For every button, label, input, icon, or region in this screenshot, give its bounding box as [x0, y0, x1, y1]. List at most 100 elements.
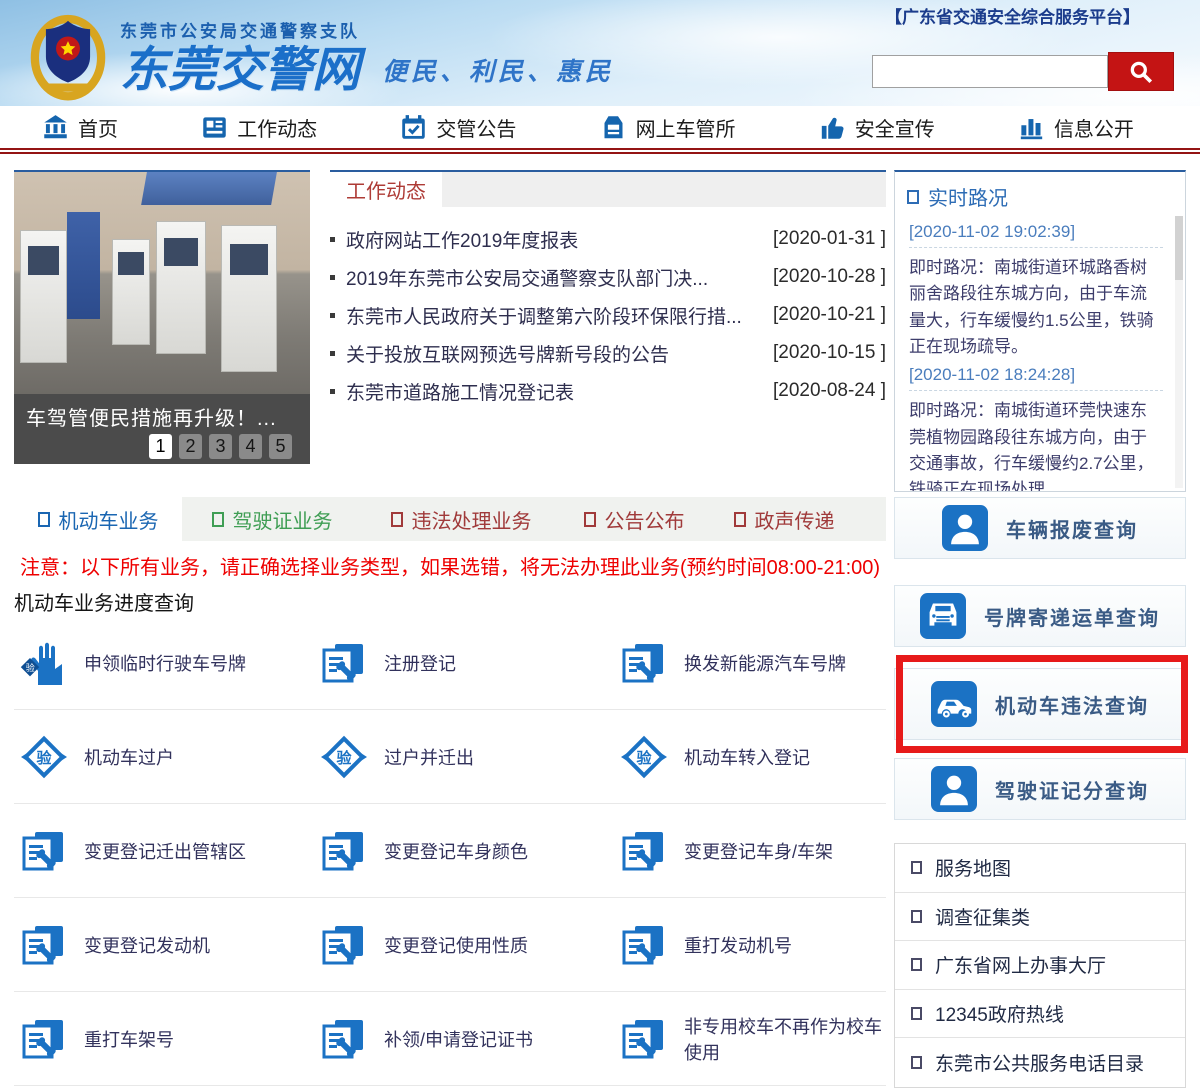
diamond-verify-icon [620, 733, 668, 781]
right-sidebar: 车辆报废查询 号牌寄递运单查询 机动车违法查询 驾驶证记分查询 服务地图 调查征… [894, 497, 1186, 1088]
business-tabs: 机动车业务 驾驶证业务 违法处理业务 公告公布 政声传递 [14, 497, 886, 541]
traffic-entry: 即时路况：南城街道环城路香树丽舍路段往东城方向，由于车流量大，行车缓慢约1.5公… [909, 255, 1163, 360]
news-tabstrip: 工作动态 [330, 170, 886, 207]
nav-item-work-news[interactable]: 工作动态 [201, 113, 317, 142]
nav-item-info-disclosure[interactable]: 信息公开 [1018, 113, 1134, 142]
doc-phone-icon [620, 639, 668, 687]
nav-item-home[interactable]: 首页 [42, 113, 118, 142]
carousel-page-5[interactable]: 5 [269, 434, 292, 459]
nav-label: 交管公告 [436, 113, 516, 142]
business-notice: 注意：以下所有业务，请正确选择业务类型，如果选错，将无法办理此业务(预约时间08… [14, 551, 886, 580]
photo-kiosk [112, 239, 150, 346]
query-plate-delivery-button[interactable]: 号牌寄递运单查询 [894, 585, 1186, 647]
service-transfer-in[interactable]: 机动车转入登记 [614, 733, 886, 781]
carousel-page-1[interactable]: 1 [149, 434, 172, 459]
link-gd-online-hall[interactable]: 广东省网上办事大厅 [895, 941, 1185, 990]
doc-phone-icon [620, 827, 668, 875]
doc-phone-icon [320, 827, 368, 875]
traffic-entry: 即时路况：南城街道环莞快速东莞植物园路段往东城方向，由于交通事故，行车缓慢约2.… [909, 398, 1163, 492]
service-school-bus-retire[interactable]: 非专用校车不再作为校车使用 [614, 1013, 886, 1065]
query-license-points-button[interactable]: 驾驶证记分查询 [894, 758, 1186, 820]
site-header: 东莞市公安局交通警察支队 东莞交警网 便民、利民、惠民 【广东省交通安全综合服务… [0, 0, 1200, 106]
tab-driver-license-services[interactable]: 驾驶证业务 [182, 497, 362, 541]
carousel-page-3[interactable]: 3 [209, 434, 232, 459]
service-row: 变更登记迁出管辖区 变更登记车身颜色 变更登记车身/车架 [14, 804, 886, 898]
service-row: 申领临时行驶车号牌 注册登记 换发新能源汽车号牌 [14, 616, 886, 710]
query-vehicle-violation-button[interactable]: 机动车违法查询 [894, 668, 1186, 740]
doc-phone-icon [20, 827, 68, 875]
hand-verify-icon [20, 639, 68, 687]
photo-kiosk [20, 230, 67, 363]
carousel-page-2[interactable]: 2 [179, 434, 202, 459]
link-12345-hotline[interactable]: 12345政府热线 [895, 990, 1185, 1039]
carousel-caption[interactable]: 车驾管便民措施再升级！... [26, 402, 298, 431]
square-bullet-icon [212, 512, 224, 527]
service-change-engine[interactable]: 变更登记发动机 [14, 921, 314, 969]
service-new-energy-plate[interactable]: 换发新能源汽车号牌 [614, 639, 886, 687]
tab-announcements[interactable]: 公告公布 [560, 497, 708, 541]
news-list: 政府网站工作2019年度报表 [2020-01-31 ] 2019年东莞市公安局… [330, 220, 886, 410]
bar-chart-icon [1018, 114, 1045, 141]
bullet-icon [330, 389, 335, 394]
news-item[interactable]: 东莞市道路施工情况登记表 [2020-08-24 ] [330, 372, 886, 410]
service-change-body-frame[interactable]: 变更登记车身/车架 [614, 827, 886, 875]
square-bullet-icon [911, 861, 922, 874]
photo-sign [141, 172, 277, 205]
news-item[interactable]: 政府网站工作2019年度报表 [2020-01-31 ] [330, 220, 886, 258]
tab-vehicle-services[interactable]: 机动车业务 [14, 497, 182, 541]
square-bullet-icon [911, 910, 922, 923]
progress-query-link[interactable]: 机动车业务进度查询 [14, 587, 886, 616]
carousel-page-4[interactable]: 4 [239, 434, 262, 459]
news-item[interactable]: 关于投放互联网预选号牌新号段的公告 [2020-10-15 ] [330, 334, 886, 372]
query-vehicle-scrap-button[interactable]: 车辆报废查询 [894, 497, 1186, 559]
service-restamp-engine-number[interactable]: 重打发动机号 [614, 921, 886, 969]
traffic-timestamp: [2020-11-02 18:24:28] [909, 365, 1163, 385]
square-bullet-icon [907, 190, 919, 204]
bullet-icon [330, 313, 335, 318]
square-bullet-icon [911, 958, 922, 971]
doc-phone-icon [320, 639, 368, 687]
service-change-usage[interactable]: 变更登记使用性质 [314, 921, 614, 969]
search-input[interactable] [872, 55, 1108, 88]
service-temp-plate[interactable]: 申领临时行驶车号牌 [14, 639, 314, 687]
nav-label: 网上车管所 [636, 113, 736, 142]
tab-label: 公告公布 [605, 505, 685, 534]
news-title: 2019年东莞市公安局交通警察支队部门决... [346, 264, 773, 291]
link-public-phone-directory[interactable]: 东莞市公共服务电话目录 [895, 1038, 1185, 1087]
service-transfer-out[interactable]: 过户并迁出 [314, 733, 614, 781]
service-registration[interactable]: 注册登记 [314, 639, 614, 687]
main-nav: 首页 工作动态 交管公告 网上车管所 安全宣传 信息公开 [0, 106, 1200, 148]
carousel-photo[interactable] [14, 172, 310, 394]
news-date: [2020-10-21 ] [773, 304, 886, 326]
service-vehicle-transfer[interactable]: 机动车过户 [14, 733, 314, 781]
link-survey-collection[interactable]: 调查征集类 [895, 893, 1185, 942]
doc-phone-icon [620, 1015, 668, 1063]
tab-work-news[interactable]: 工作动态 [330, 172, 442, 207]
carousel-caption-bar: 车驾管便民措施再升级！... 1 2 3 4 5 [14, 394, 310, 464]
service-change-jurisdiction[interactable]: 变更登记迁出管辖区 [14, 827, 314, 875]
platform-link[interactable]: 【广东省交通安全综合服务平台】 [885, 3, 1140, 28]
tab-violation-services[interactable]: 违法处理业务 [362, 497, 560, 541]
service-change-body-color[interactable]: 变更登记车身颜色 [314, 827, 614, 875]
news-title: 政府网站工作2019年度报表 [346, 226, 773, 253]
news-item[interactable]: 东莞市人民政府关于调整第六阶段环保限行措... [2020-10-21 ] [330, 296, 886, 334]
photo-carousel: 车驾管便民措施再升级！... 1 2 3 4 5 [14, 170, 310, 464]
search-button[interactable] [1108, 52, 1174, 91]
search-icon [1128, 59, 1154, 85]
dashed-divider [909, 390, 1163, 391]
square-bullet-icon [911, 1056, 922, 1069]
nav-item-online-dmv[interactable]: 网上车管所 [600, 113, 736, 142]
tab-gov-voice[interactable]: 政声传递 [708, 497, 860, 541]
nav-item-traffic-notice[interactable]: 交管公告 [400, 113, 516, 142]
link-service-map[interactable]: 服务地图 [895, 844, 1185, 893]
traffic-scrollbar[interactable] [1175, 216, 1183, 488]
service-restamp-frame-number[interactable]: 重打车架号 [14, 1015, 314, 1063]
service-reissue-certificate[interactable]: 补领/申请登记证书 [314, 1015, 614, 1063]
nav-item-safety[interactable]: 安全宣传 [819, 113, 935, 142]
scrollbar-thumb[interactable] [1175, 216, 1183, 280]
photo-board [67, 212, 100, 319]
news-item[interactable]: 2019年东莞市公安局交通警察支队部门决... [2020-10-28 ] [330, 258, 886, 296]
square-bullet-icon [911, 1007, 922, 1020]
calendar-check-icon [400, 114, 427, 141]
sidebar-links: 服务地图 调查征集类 广东省网上办事大厅 12345政府热线 东莞市公共服务电话… [894, 843, 1186, 1088]
